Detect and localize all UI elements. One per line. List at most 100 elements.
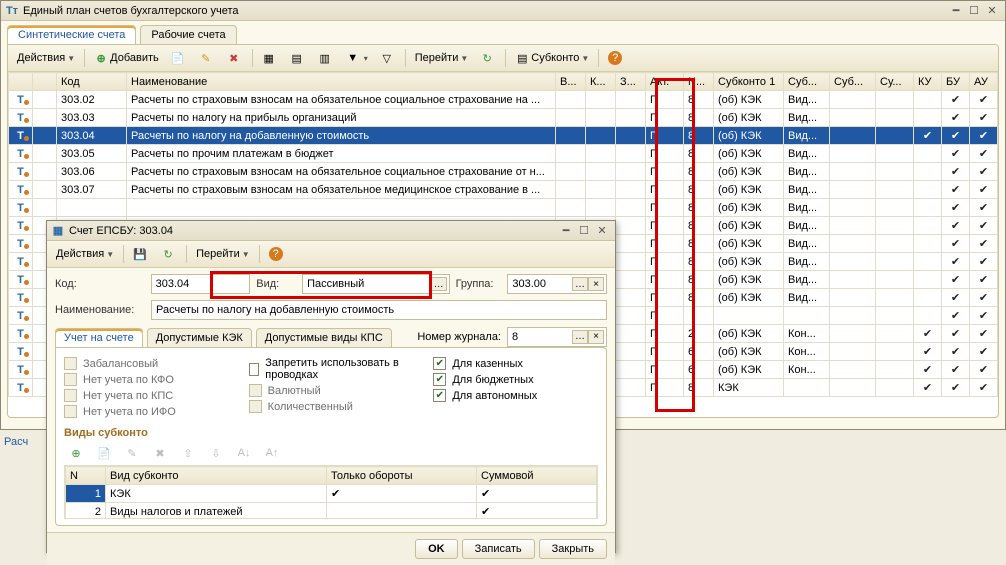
dialog-help[interactable]: ? (264, 244, 290, 264)
refresh-button[interactable]: ↻ (475, 48, 501, 68)
journal-open-icon[interactable]: … (572, 330, 588, 344)
goto-menu[interactable]: Перейти▼ (410, 48, 474, 68)
close-button[interactable]: ✕ (983, 4, 1001, 17)
val-checkbox[interactable] (249, 384, 262, 397)
journal-clear-icon[interactable]: × (588, 330, 604, 344)
subcol-n[interactable]: N (66, 467, 106, 485)
main-tabs: Синтетические счета Рабочие счета (1, 21, 1005, 44)
filter-button[interactable]: ▼▾ (341, 48, 373, 68)
tab-synthetic[interactable]: Синтетические счета (7, 25, 136, 44)
table-row[interactable]: TП8(об) КЭКВид...✔✔ (9, 199, 998, 217)
ifo-checkbox[interactable] (64, 405, 77, 418)
tool-2[interactable]: ▤ (285, 48, 311, 68)
col-sub3[interactable]: Суб... (830, 73, 876, 91)
table-row[interactable]: T303.03Расчеты по налогу на прибыль орга… (9, 109, 998, 127)
col-act[interactable]: Акт. (646, 73, 684, 91)
dialog-close[interactable]: ✕ (593, 224, 611, 237)
table-row[interactable]: T303.07Расчеты по страховым взносам на о… (9, 181, 998, 199)
col-ku[interactable]: КУ (914, 73, 942, 91)
col-bu[interactable]: БУ (942, 73, 970, 91)
left-label: Расч (0, 430, 32, 470)
col-k[interactable]: К... (586, 73, 616, 91)
funnel-icon: ▼ (346, 51, 360, 65)
row-type-icon: T (9, 361, 33, 379)
col-v[interactable]: В... (556, 73, 586, 91)
help-button[interactable]: ? (603, 48, 629, 68)
dialog-save-icon[interactable]: 💾 (128, 244, 154, 264)
add-copy-button[interactable]: 📄 (166, 48, 192, 68)
subcol-sum[interactable]: Суммовой (477, 467, 597, 485)
sub-del[interactable]: ✖ (148, 443, 174, 463)
delete-button[interactable]: ✖ (222, 48, 248, 68)
col-au[interactable]: АУ (970, 73, 998, 91)
tab-allowed-kek[interactable]: Допустимые КЭК (147, 328, 252, 347)
label-journal: Номер журнала: (417, 331, 501, 343)
row-type-icon: T (9, 127, 33, 145)
add-button[interactable]: ⊕Добавить (89, 48, 164, 68)
tab-allowed-kps[interactable]: Допустимые виды КПС (256, 328, 392, 347)
col-sub1[interactable]: Субконто 1 (714, 73, 784, 91)
col-n[interactable]: N... (684, 73, 714, 91)
main-titlebar: Tт Единый план счетов бухгалтерского уче… (1, 1, 1005, 21)
kind-open-icon[interactable]: … (431, 277, 447, 291)
dialog-refresh[interactable]: ↻ (156, 244, 182, 264)
sub-up[interactable]: ⇧ (176, 443, 202, 463)
tab-account-settings[interactable]: Учет на счете (55, 328, 143, 347)
tool-3[interactable]: ▥ (313, 48, 339, 68)
save-button[interactable]: Записать (462, 539, 535, 559)
journal-field[interactable]: 8…× (507, 327, 607, 347)
edit-button[interactable]: ✎ (194, 48, 220, 68)
tab-working[interactable]: Рабочие счета (140, 25, 236, 44)
dialog-maximize[interactable]: ☐ (575, 224, 593, 237)
col-z[interactable]: З... (616, 73, 646, 91)
qty-checkbox[interactable] (249, 400, 262, 413)
table-row[interactable]: T303.04Расчеты по налогу на добавленную … (9, 127, 998, 145)
zabal-checkbox[interactable] (64, 357, 77, 370)
subcol-kind[interactable]: Вид субконто (106, 467, 327, 485)
table-row[interactable]: 1КЭК✔✔ (66, 485, 597, 503)
sub-copy[interactable]: 📄 (92, 443, 118, 463)
group-field[interactable]: 303.00…× (507, 274, 607, 294)
funnel-x-icon: ▽ (380, 51, 394, 65)
sub-add[interactable]: ⊕ (64, 443, 90, 463)
group-clear-icon[interactable]: × (588, 277, 604, 291)
aut-checkbox[interactable] (433, 389, 446, 402)
clear-filter-button[interactable]: ▽ (375, 48, 401, 68)
subkonto-menu[interactable]: ▤Субконто▼ (510, 48, 594, 68)
forbid-checkbox[interactable] (249, 363, 260, 376)
group-open-icon[interactable]: … (572, 277, 588, 291)
ok-button[interactable]: OK (415, 539, 458, 559)
col-sub2[interactable]: Суб... (784, 73, 830, 91)
close-button-dialog[interactable]: Закрыть (539, 539, 607, 559)
table-row[interactable]: T303.05Расчеты по прочим платежам в бюдж… (9, 145, 998, 163)
sub-edit[interactable]: ✎ (120, 443, 146, 463)
row-type-icon: T (9, 145, 33, 163)
help-icon: ? (269, 247, 283, 261)
col-code[interactable]: Код (57, 73, 127, 91)
subkonto-grid[interactable]: N Вид субконто Только обороты Суммовой 1… (64, 465, 598, 519)
name-field[interactable]: Расчеты по налогу на добавленную стоимос… (151, 300, 607, 320)
table-row[interactable]: 2Виды налогов и платежей✔ (66, 503, 597, 520)
subcol-turn[interactable]: Только обороты (327, 467, 477, 485)
kind-field[interactable]: Пассивный… (302, 274, 449, 294)
table-row[interactable]: T303.02Расчеты по страховым взносам на о… (9, 91, 998, 109)
dialog-goto[interactable]: Перейти▼ (191, 244, 255, 264)
code-field[interactable]: 303.04 (151, 274, 251, 294)
sub-sort-asc[interactable]: A↓ (232, 443, 258, 463)
kps-checkbox[interactable] (64, 389, 77, 402)
col-sub4[interactable]: Су... (876, 73, 914, 91)
budg-checkbox[interactable] (433, 373, 446, 386)
actions-menu[interactable]: Действия▼ (12, 48, 80, 68)
up-icon: ⇧ (181, 446, 195, 460)
maximize-button[interactable]: ☐ (965, 4, 983, 17)
table-row[interactable]: T303.06Расчеты по страховым взносам на о… (9, 163, 998, 181)
kfo-checkbox[interactable] (64, 373, 77, 386)
tool-1[interactable]: ▦ (257, 48, 283, 68)
dialog-actions[interactable]: Действия▼ (51, 244, 119, 264)
minimize-button[interactable]: ━ (947, 4, 965, 17)
dialog-minimize[interactable]: ━ (557, 224, 575, 237)
kaz-checkbox[interactable] (433, 357, 446, 370)
sub-sort-desc[interactable]: A↑ (260, 443, 286, 463)
sub-down[interactable]: ⇩ (204, 443, 230, 463)
col-name[interactable]: Наименование (127, 73, 556, 91)
